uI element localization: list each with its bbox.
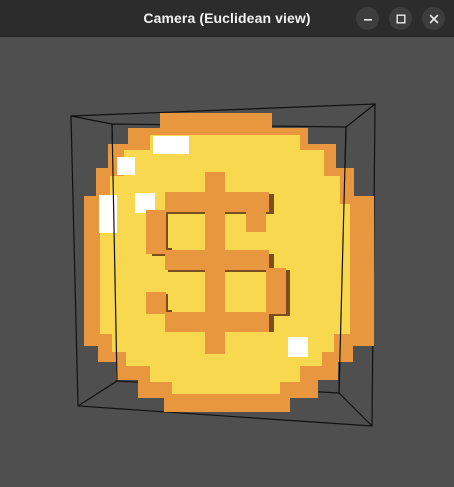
dollar-sign: [146, 172, 286, 354]
app-window: Camera (Euclidean view): [0, 0, 454, 487]
window-title: Camera (Euclidean view): [143, 10, 311, 26]
scene-canvas: [70, 103, 376, 427]
minimize-icon: [363, 18, 372, 21]
close-button[interactable]: [422, 7, 445, 30]
maximize-icon: [396, 14, 405, 23]
3d-viewport[interactable]: [0, 37, 454, 487]
maximize-button[interactable]: [389, 7, 412, 30]
close-icon: [429, 14, 438, 23]
minimize-button[interactable]: [356, 7, 379, 30]
title-bar[interactable]: Camera (Euclidean view): [0, 0, 454, 37]
